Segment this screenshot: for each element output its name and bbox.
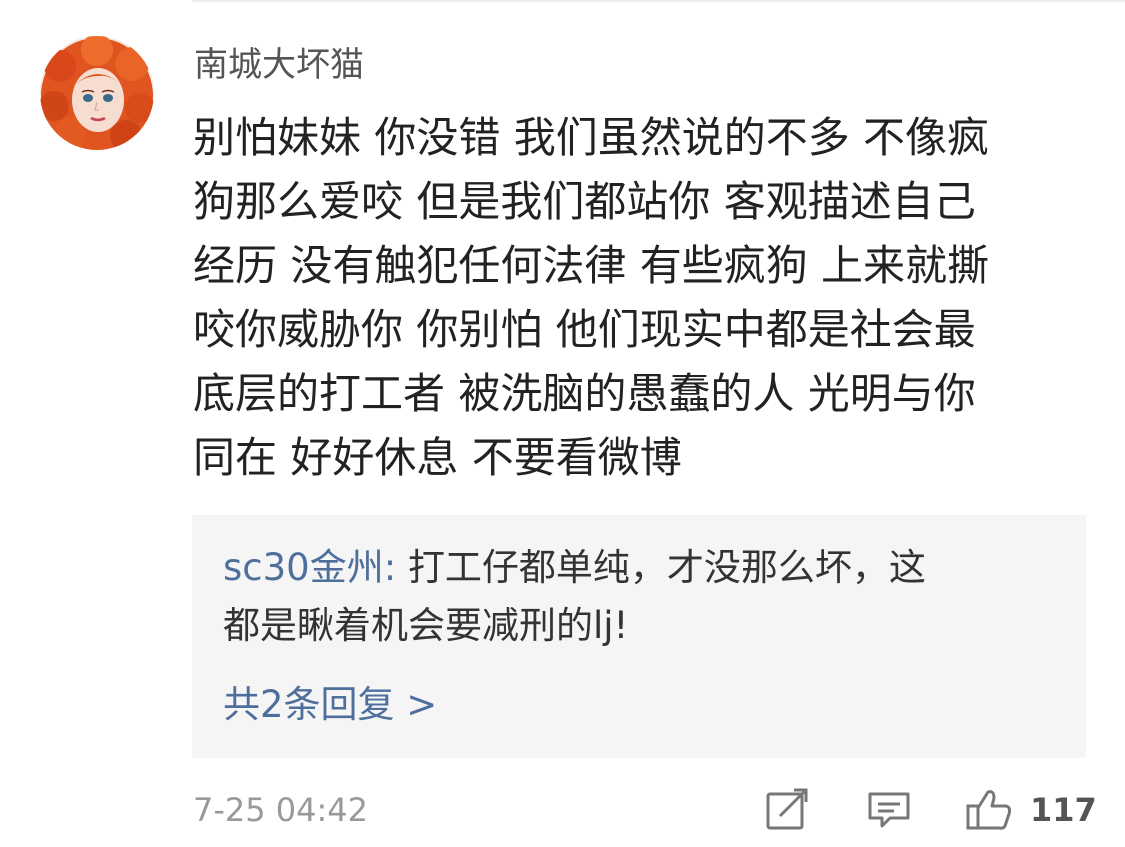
top-divider (192, 0, 1125, 2)
thumbs-up-icon[interactable] (964, 784, 1014, 834)
comment-line: 同在 好好休息 不要看微博 (193, 433, 682, 482)
avatar[interactable] (40, 36, 154, 150)
reply-content-first: 打工仔都单纯，才没那么坏，这 (407, 546, 926, 589)
comment-body: 别怕妹妹 你没错 我们虽然说的不多 不像疯 狗那么爱咬 但是我们都站你 客观描述… (193, 106, 1073, 490)
share-icon[interactable] (762, 784, 812, 834)
reply-line: sc30金州: 打工仔都单纯，才没那么坏，这 (223, 539, 1063, 597)
comment-username[interactable]: 南城大坏猫 (194, 42, 364, 88)
view-all-replies-link[interactable]: 共2条回复 > (223, 681, 437, 729)
comment-line: 咬你威胁你 你别怕 他们现实中都是社会最 (193, 305, 976, 354)
comment-timestamp: 7-25 04:42 (193, 791, 369, 829)
avatar-image (40, 36, 154, 150)
comment-line: 经历 没有触犯任何法律 有些疯狗 上来就撕 (193, 241, 990, 290)
reply-username[interactable]: sc30金州 (223, 546, 384, 589)
reply-separator: : (383, 546, 408, 589)
comment-line: 狗那么爱咬 但是我们都站你 客观描述自己 (193, 177, 976, 226)
comment-line: 别怕妹妹 你没错 我们虽然说的不多 不像疯 (193, 113, 990, 162)
reply-text: sc30金州: 打工仔都单纯，才没那么坏，这 都是瞅着机会要减刑的lj! (223, 539, 1063, 655)
comment-icon[interactable] (864, 784, 914, 834)
comment-line: 底层的打工者 被洗脑的愚蠢的人 光明与你 (193, 369, 976, 418)
reply-preview-box[interactable]: sc30金州: 打工仔都单纯，才没那么坏，这 都是瞅着机会要减刑的lj! 共2条… (192, 515, 1086, 758)
like-count: 117 (1030, 791, 1097, 829)
reply-content-second: 都是瞅着机会要减刑的lj! (223, 604, 629, 647)
